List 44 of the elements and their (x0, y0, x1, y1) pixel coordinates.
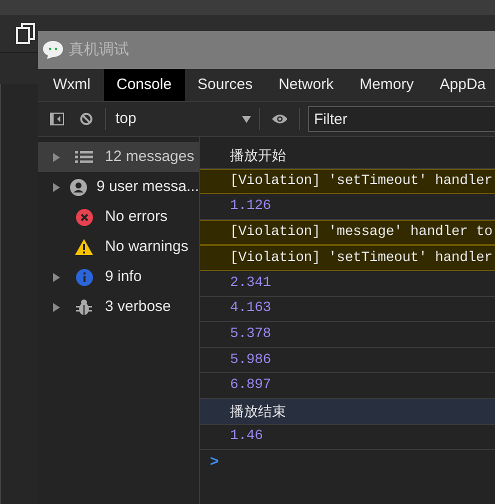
tab[interactable]: Wxml (40, 69, 104, 101)
expand-triangle-icon[interactable] (53, 152, 60, 162)
log-message: [Violation] 'message' handler to (230, 223, 492, 242)
eye-icon[interactable] (272, 112, 288, 126)
clear-icon[interactable] (80, 111, 93, 127)
sidebar-item[interactable]: No errors (38, 202, 199, 232)
log-message: 1.126 (230, 196, 272, 216)
context-select[interactable]: top (116, 108, 259, 130)
log-message: [Violation] 'setTimeout' handler (230, 248, 492, 268)
window-title: 真机调试 (69, 40, 129, 60)
sidebar-item[interactable]: 3 verbose (38, 292, 199, 322)
warning-icon (75, 239, 93, 255)
expand-triangle-icon[interactable] (53, 272, 60, 282)
log-message: 播放结束 (230, 402, 286, 421)
log-message: 4.163 (230, 299, 272, 318)
dropdown-icon (242, 116, 251, 122)
log-message: 播放开始 (230, 146, 286, 165)
tab[interactable]: AppDa (426, 69, 495, 101)
sidebar-item[interactable]: 9 info (38, 262, 199, 292)
tab[interactable]: Network (266, 69, 347, 101)
log-message: 1.46 (230, 427, 263, 446)
log-message: 5.986 (230, 350, 272, 370)
log-message: 2.341 (230, 274, 272, 293)
sidebar-item[interactable]: 12 messages (38, 142, 199, 172)
log-message: 5.378 (230, 324, 272, 344)
info-icon (76, 268, 92, 286)
sidebar-item[interactable]: No warnings (38, 232, 199, 262)
error-icon (76, 208, 92, 226)
sidebar-item[interactable]: 9 user messa... (38, 172, 199, 202)
bug-icon (76, 298, 92, 316)
expand-triangle-icon[interactable] (53, 302, 60, 312)
tab[interactable]: Sources (184, 69, 266, 101)
filter-field[interactable]: Filter (308, 106, 495, 132)
list-icon (75, 150, 93, 164)
sidebar-toggle-icon[interactable] (50, 111, 64, 127)
tab[interactable]: Memory (346, 69, 427, 101)
user-icon (70, 178, 88, 196)
console-prompt[interactable]: > (210, 451, 219, 474)
tab[interactable]: Console (104, 69, 185, 101)
chat-bubble-icon (42, 40, 64, 60)
log-message: [Violation] 'setTimeout' handler (230, 172, 492, 191)
expand-triangle-icon[interactable] (53, 182, 60, 192)
log-message: 6.897 (230, 376, 272, 396)
copy-icon[interactable] (16, 22, 36, 44)
